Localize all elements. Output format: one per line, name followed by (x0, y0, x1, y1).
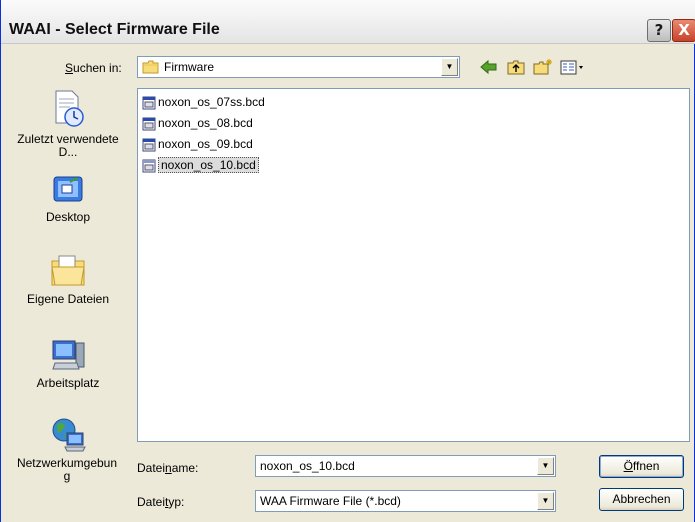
bcd-file-icon (142, 159, 156, 173)
cancel-button[interactable]: Abbrechen (599, 488, 684, 511)
filename-value: noxon_os_10.bcd (260, 459, 355, 473)
filetype-select[interactable]: WAA Firmware File (*.bcd) ▼ (255, 490, 556, 512)
place-label-network: Netzwerkumgebung (16, 456, 118, 483)
file-dialog-window: WAAI - Select Firmware File ? X Suchen i… (0, 0, 695, 522)
bcd-file-icon (142, 117, 156, 131)
title-bar[interactable]: WAAI - Select Firmware File ? X (1, 0, 695, 44)
filetype-label: Dateityp: (137, 495, 185, 509)
filename-input[interactable]: noxon_os_10.bcd ▼ (255, 455, 556, 477)
desktop-icon (53, 176, 83, 202)
place-label-desktop: Desktop (45, 210, 91, 224)
file-list[interactable]: noxon_os_07ss.bcd noxon_os_08.bcd noxon_… (137, 88, 690, 442)
window-title: WAAI - Select Firmware File (9, 21, 220, 38)
file-item[interactable]: noxon_os_08.bcd (142, 114, 256, 132)
place-label-my-computer: Arbeitsplatz (36, 376, 100, 390)
place-desktop[interactable]: Desktop (5, 173, 131, 224)
filename-dropdown-arrow[interactable]: ▼ (537, 457, 554, 475)
network-places-icon (52, 418, 86, 452)
place-label-my-documents: Eigene Dateien (26, 292, 110, 306)
filetype-value: WAA Firmware File (*.bcd) (260, 494, 401, 508)
bcd-file-icon (142, 96, 156, 110)
file-item-selected[interactable]: noxon_os_10.bcd (142, 156, 262, 174)
places-bar: Zuletzt verwendete D... Desktop Eigene D… (5, 81, 131, 494)
place-network[interactable]: Netzwerkumgebung (5, 415, 131, 483)
filename-label: Dateiname: (137, 461, 199, 475)
look-in-label: Suchen in: (65, 61, 122, 75)
new-folder-icon[interactable] (533, 58, 553, 76)
file-item[interactable]: noxon_os_09.bcd (142, 135, 256, 153)
filetype-dropdown-arrow[interactable]: ▼ (537, 492, 554, 510)
look-in-value: Firmware (164, 60, 214, 74)
up-folder-icon[interactable] (506, 58, 526, 76)
my-computer-icon (52, 340, 85, 370)
place-recent[interactable]: Zuletzt verwendete D... (5, 89, 131, 159)
look-in-combo[interactable]: Firmware ▼ (137, 56, 460, 78)
look-in-dropdown-arrow[interactable]: ▼ (441, 58, 458, 76)
file-item[interactable]: noxon_os_07ss.bcd (142, 93, 268, 111)
recent-documents-icon (55, 90, 84, 127)
place-my-documents[interactable]: Eigene Dateien (5, 253, 131, 306)
open-button[interactable]: Öffnen (599, 455, 684, 478)
place-label-recent: Zuletzt verwendete D... (17, 132, 119, 159)
view-menu-icon[interactable] (559, 58, 585, 76)
back-arrow-icon[interactable] (479, 58, 499, 76)
help-button[interactable]: ? (647, 19, 671, 42)
bcd-file-icon (142, 138, 156, 152)
my-documents-icon (51, 255, 85, 286)
place-my-computer[interactable]: Arbeitsplatz (5, 337, 131, 390)
close-button[interactable]: X (672, 19, 695, 42)
folder-icon (142, 60, 159, 74)
